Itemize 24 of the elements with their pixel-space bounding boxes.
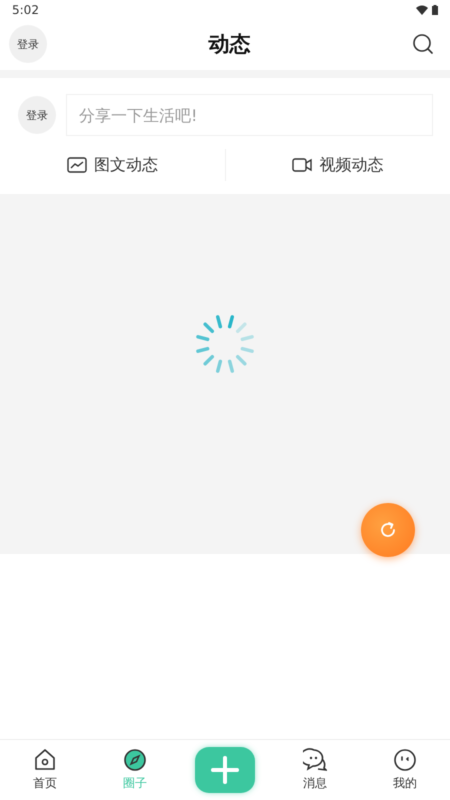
smiley-face-icon [393,748,417,772]
refresh-icon [378,520,398,540]
page-title: 动态 [208,31,250,58]
login-button[interactable]: 登录 [18,96,56,134]
status-time: 5:02 [12,3,39,17]
home-icon [33,748,57,772]
plus-icon [211,756,239,784]
wifi-icon [416,5,428,15]
battery-icon [432,5,438,15]
refresh-button[interactable] [361,503,415,557]
post-type-button[interactable]: 视频动态 [226,154,450,176]
search-icon[interactable] [412,33,434,55]
video-camera-icon [292,157,312,173]
loading-spinner-icon [195,314,255,374]
add-post-button[interactable] [195,747,255,793]
chat-bubbles-icon [303,748,327,772]
post-type-button[interactable]: 图文动态 [0,154,224,176]
login-button[interactable]: 登录 [9,25,47,63]
tab-bar-item[interactable]: 首页 [0,748,90,792]
post-input[interactable]: 分享一下生活吧! [66,94,433,136]
image-icon [66,157,87,173]
tab-bar-item[interactable]: 我的 [360,748,450,792]
tab-bar-item[interactable]: 消息 [270,748,360,792]
compass-icon [123,748,147,772]
